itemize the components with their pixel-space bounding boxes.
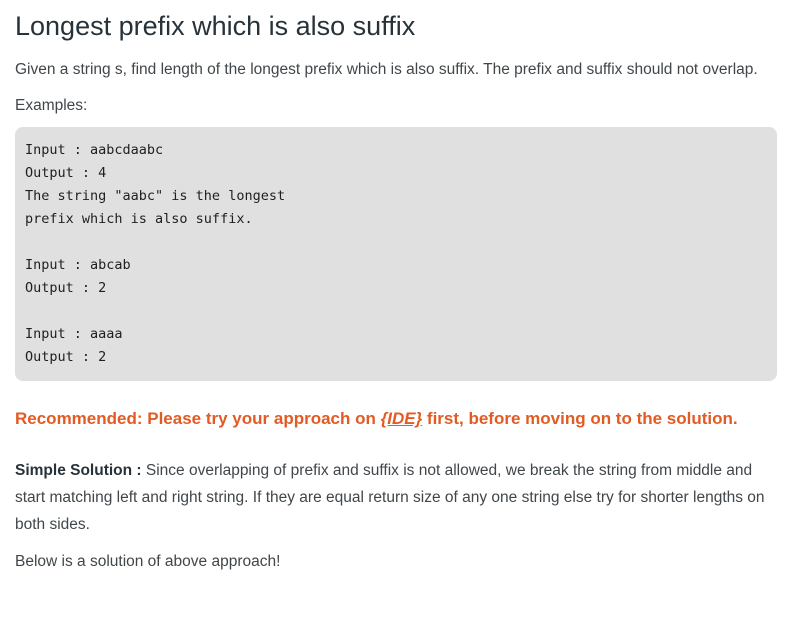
code-block: Input : aabcdaabc Output : 4 The string … — [15, 127, 777, 382]
solution-label: Simple Solution : — [15, 462, 142, 480]
code-line: Input : abcab — [25, 257, 131, 274]
code-line: Input : aaaa — [25, 326, 123, 343]
intro-paragraph: Given a string s, find length of the lon… — [15, 61, 758, 79]
code-line: Output : 2 — [25, 349, 107, 366]
solution-paragraph: Simple Solution : Since overlapping of p… — [15, 457, 777, 538]
recommended-suffix: first, before moving on to the solution. — [422, 409, 738, 429]
ide-link[interactable]: {IDE} — [381, 409, 423, 428]
recommended-prefix: Recommended: Please try your approach on — [15, 409, 381, 429]
article: Longest prefix which is also suffix Give… — [15, 0, 777, 575]
below-paragraph: Below is a solution of above approach! — [15, 553, 281, 571]
code-line: The string "aabc" is the longest — [25, 188, 286, 205]
examples-label: Examples: — [15, 97, 88, 115]
page-title: Longest prefix which is also suffix — [15, 11, 416, 41]
recommended-notice: Recommended: Please try your approach on… — [15, 407, 777, 431]
code-line: Output : 2 — [25, 280, 107, 297]
code-line: Input : aabcdaabc — [25, 142, 164, 159]
code-line: prefix which is also suffix. — [25, 211, 253, 228]
code-line: Output : 4 — [25, 165, 107, 182]
